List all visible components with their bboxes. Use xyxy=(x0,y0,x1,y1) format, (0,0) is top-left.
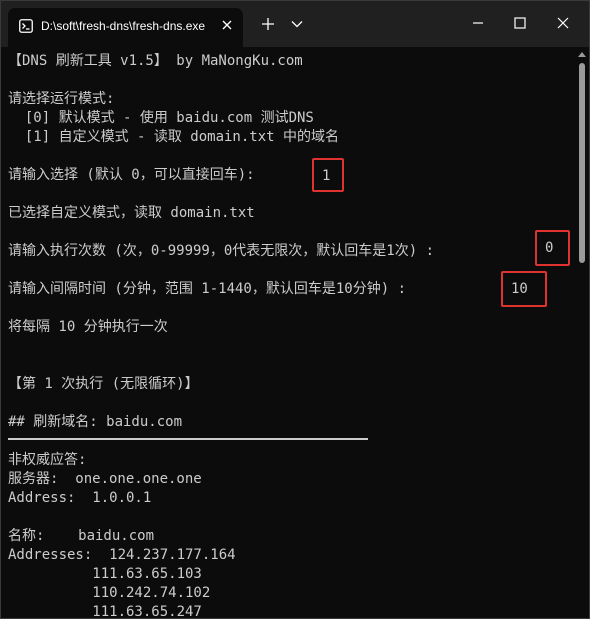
minimize-icon[interactable] xyxy=(463,9,493,37)
plus-icon[interactable] xyxy=(259,15,277,33)
run-header: 【第 1 次执行 (无限循环)】 xyxy=(8,376,199,392)
mode-option-1: [1] 自定义模式 - 读取 domain.txt 中的域名 xyxy=(8,129,340,145)
choice-input-value[interactable]: 1 xyxy=(312,158,344,192)
maximize-icon[interactable] xyxy=(505,9,535,37)
choice-prompt: 请输入选择 (默认 0，可以直接回车): xyxy=(8,167,255,183)
addresses-line: Addresses: 124.237.177.164 xyxy=(8,547,236,563)
address-item: 111.63.65.103 xyxy=(8,566,202,582)
server-address-line: Address: 1.0.0.1 xyxy=(8,490,152,506)
mode-prompt: 请选择运行模式: xyxy=(8,91,115,107)
interval-prompt: 请输入间隔时间 (分钟，范围 1-1440，默认回车是10分钟) : xyxy=(8,281,407,297)
schedule-message: 将每隔 10 分钟执行一次 xyxy=(8,319,168,335)
divider-line xyxy=(8,438,368,440)
non-authoritative-label: 非权威应答: xyxy=(8,452,87,468)
terminal-icon xyxy=(19,19,33,33)
tab-title: D:\soft\fresh-dns\fresh-dns.exe xyxy=(41,19,206,33)
count-input-value[interactable]: 0 xyxy=(535,230,570,266)
close-window-icon[interactable] xyxy=(548,9,578,37)
server-line: 服务器: one.one.one.one xyxy=(8,471,202,487)
selected-mode-message: 已选择自定义模式，读取 domain.txt xyxy=(8,205,255,221)
vertical-scrollbar[interactable] xyxy=(575,47,589,618)
tool-header: 【DNS 刷新工具 v1.5】 by MaNongKu.com xyxy=(8,53,303,69)
scrollbar-thumb[interactable] xyxy=(579,63,585,263)
close-tab-icon[interactable] xyxy=(218,16,236,34)
name-line: 名称: baidu.com xyxy=(8,528,155,544)
domain-header: ## 刷新域名: baidu.com xyxy=(8,414,183,430)
terminal-output[interactable]: 【DNS 刷新工具 v1.5】 by MaNongKu.com 请选择运行模式:… xyxy=(1,47,575,619)
interval-input-value[interactable]: 10 xyxy=(501,271,547,307)
address-item: 111.63.65.247 xyxy=(8,604,202,619)
mode-option-0: [0] 默认模式 - 使用 baidu.com 测试DNS xyxy=(8,110,314,126)
count-prompt: 请输入执行次数 (次，0-99999，0代表无限次，默认回车是1次) : xyxy=(8,243,435,259)
chevron-down-icon[interactable] xyxy=(290,17,304,31)
scroll-up-icon[interactable] xyxy=(578,51,586,57)
title-bar: D:\soft\fresh-dns\fresh-dns.exe xyxy=(1,1,589,47)
terminal-tab[interactable]: D:\soft\fresh-dns\fresh-dns.exe xyxy=(8,8,243,47)
address-item: 110.242.74.102 xyxy=(8,585,211,601)
terminal-window: D:\soft\fresh-dns\fresh-dns.exe 【DNS 刷新工… xyxy=(0,0,590,619)
